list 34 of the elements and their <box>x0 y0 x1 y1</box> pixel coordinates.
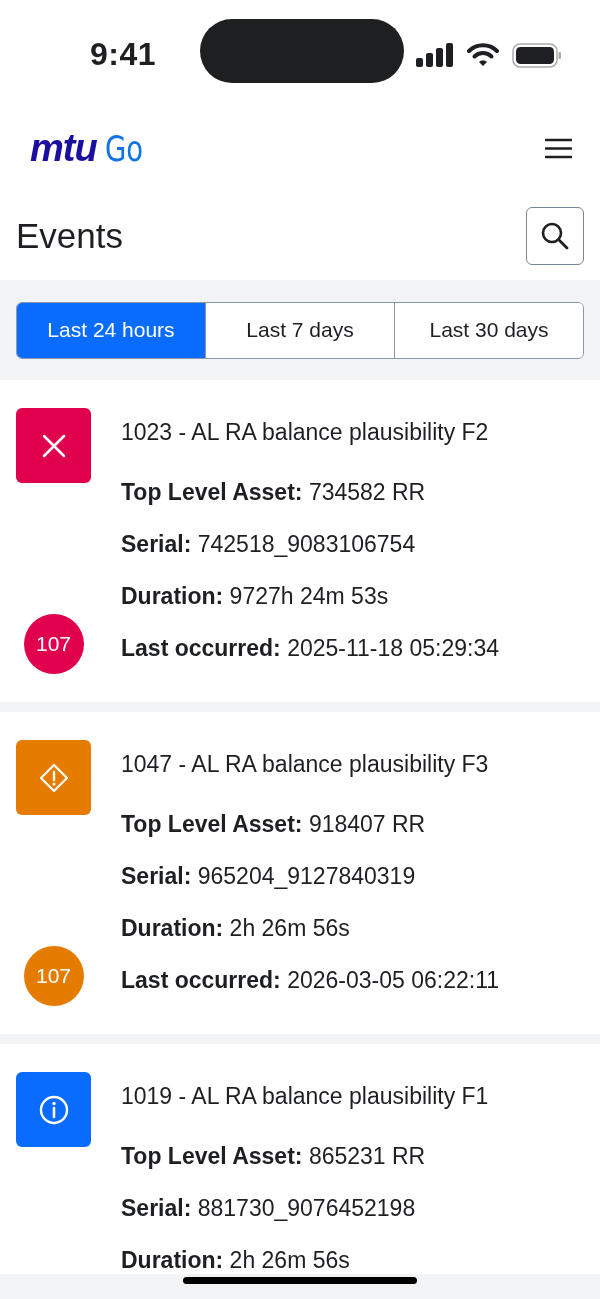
event-detail: Serial: 742518_9083106754 <box>121 530 417 559</box>
wifi-icon <box>467 42 499 67</box>
count-badge: 107 <box>23 614 84 674</box>
signal-icon <box>416 43 453 67</box>
battery-icon <box>512 43 562 68</box>
time-range-tab[interactable]: Last 30 days <box>394 302 583 358</box>
logo-brand: mtu <box>30 126 97 170</box>
warning-diamond-icon <box>37 761 70 794</box>
event-detail: Serial: 881730_9076452198 <box>121 1194 417 1223</box>
event-detail: Serial: 965204_9127840319 <box>121 862 417 891</box>
status-time: 9:41 <box>90 36 157 73</box>
time-range-tab[interactable]: Last 24 hours <box>17 302 205 358</box>
event-detail: Last occurred: 2026-03-05 06:22:11 <box>121 966 500 995</box>
info-icon <box>37 1093 70 1126</box>
event-title: 1047 - AL RA balance plausibility F3 <box>121 750 490 779</box>
search-icon <box>540 221 570 251</box>
logo-product: Go <box>104 127 143 169</box>
search-button[interactable] <box>526 207 584 265</box>
event-card[interactable]: 1019 - AL RA balance plausibility F1 Top Level Asset: 865231 RR Serial: 881730_9076452198 Duration: 2h 26m 56s <box>0 1044 600 1274</box>
event-card[interactable]: 107 1047 - AL RA balance plausibility F3 Top Level Asset: 918407 RR Serial: 965204_9127840319 Duration: 2h 26m 56s Last occurred: 2026-03-05 06:22:11 <box>0 712 600 1034</box>
page-title: Events <box>16 216 123 256</box>
event-detail: Top Level Asset: 918407 RR <box>121 810 427 839</box>
event-detail: Duration: 2h 26m 56s <box>121 1246 351 1274</box>
event-detail: Duration: 2h 26m 56s <box>121 914 351 943</box>
event-detail: Duration: 9727h 24m 53s <box>121 582 390 611</box>
event-title: 1019 - AL RA balance plausibility F1 <box>121 1082 489 1111</box>
event-title: 1023 - AL RA balance plausibility F2 <box>121 418 490 447</box>
event-detail: Last occurred: 2025-11-18 05:29:34 <box>121 634 500 663</box>
close-icon <box>40 432 67 459</box>
event-card[interactable]: 107 1023 - AL RA balance plausibility F2 Top Level Asset: 734582 RR Serial: 742518_9083106754 Duration: 9727h 24m 53s Last occurred: 2025-11-18 05:29:34 <box>0 380 600 702</box>
count-badge: 107 <box>23 946 84 1006</box>
menu-icon <box>545 137 572 159</box>
event-detail: Top Level Asset: 734582 RR <box>121 478 427 507</box>
event-detail: Top Level Asset: 865231 RR <box>121 1142 427 1171</box>
